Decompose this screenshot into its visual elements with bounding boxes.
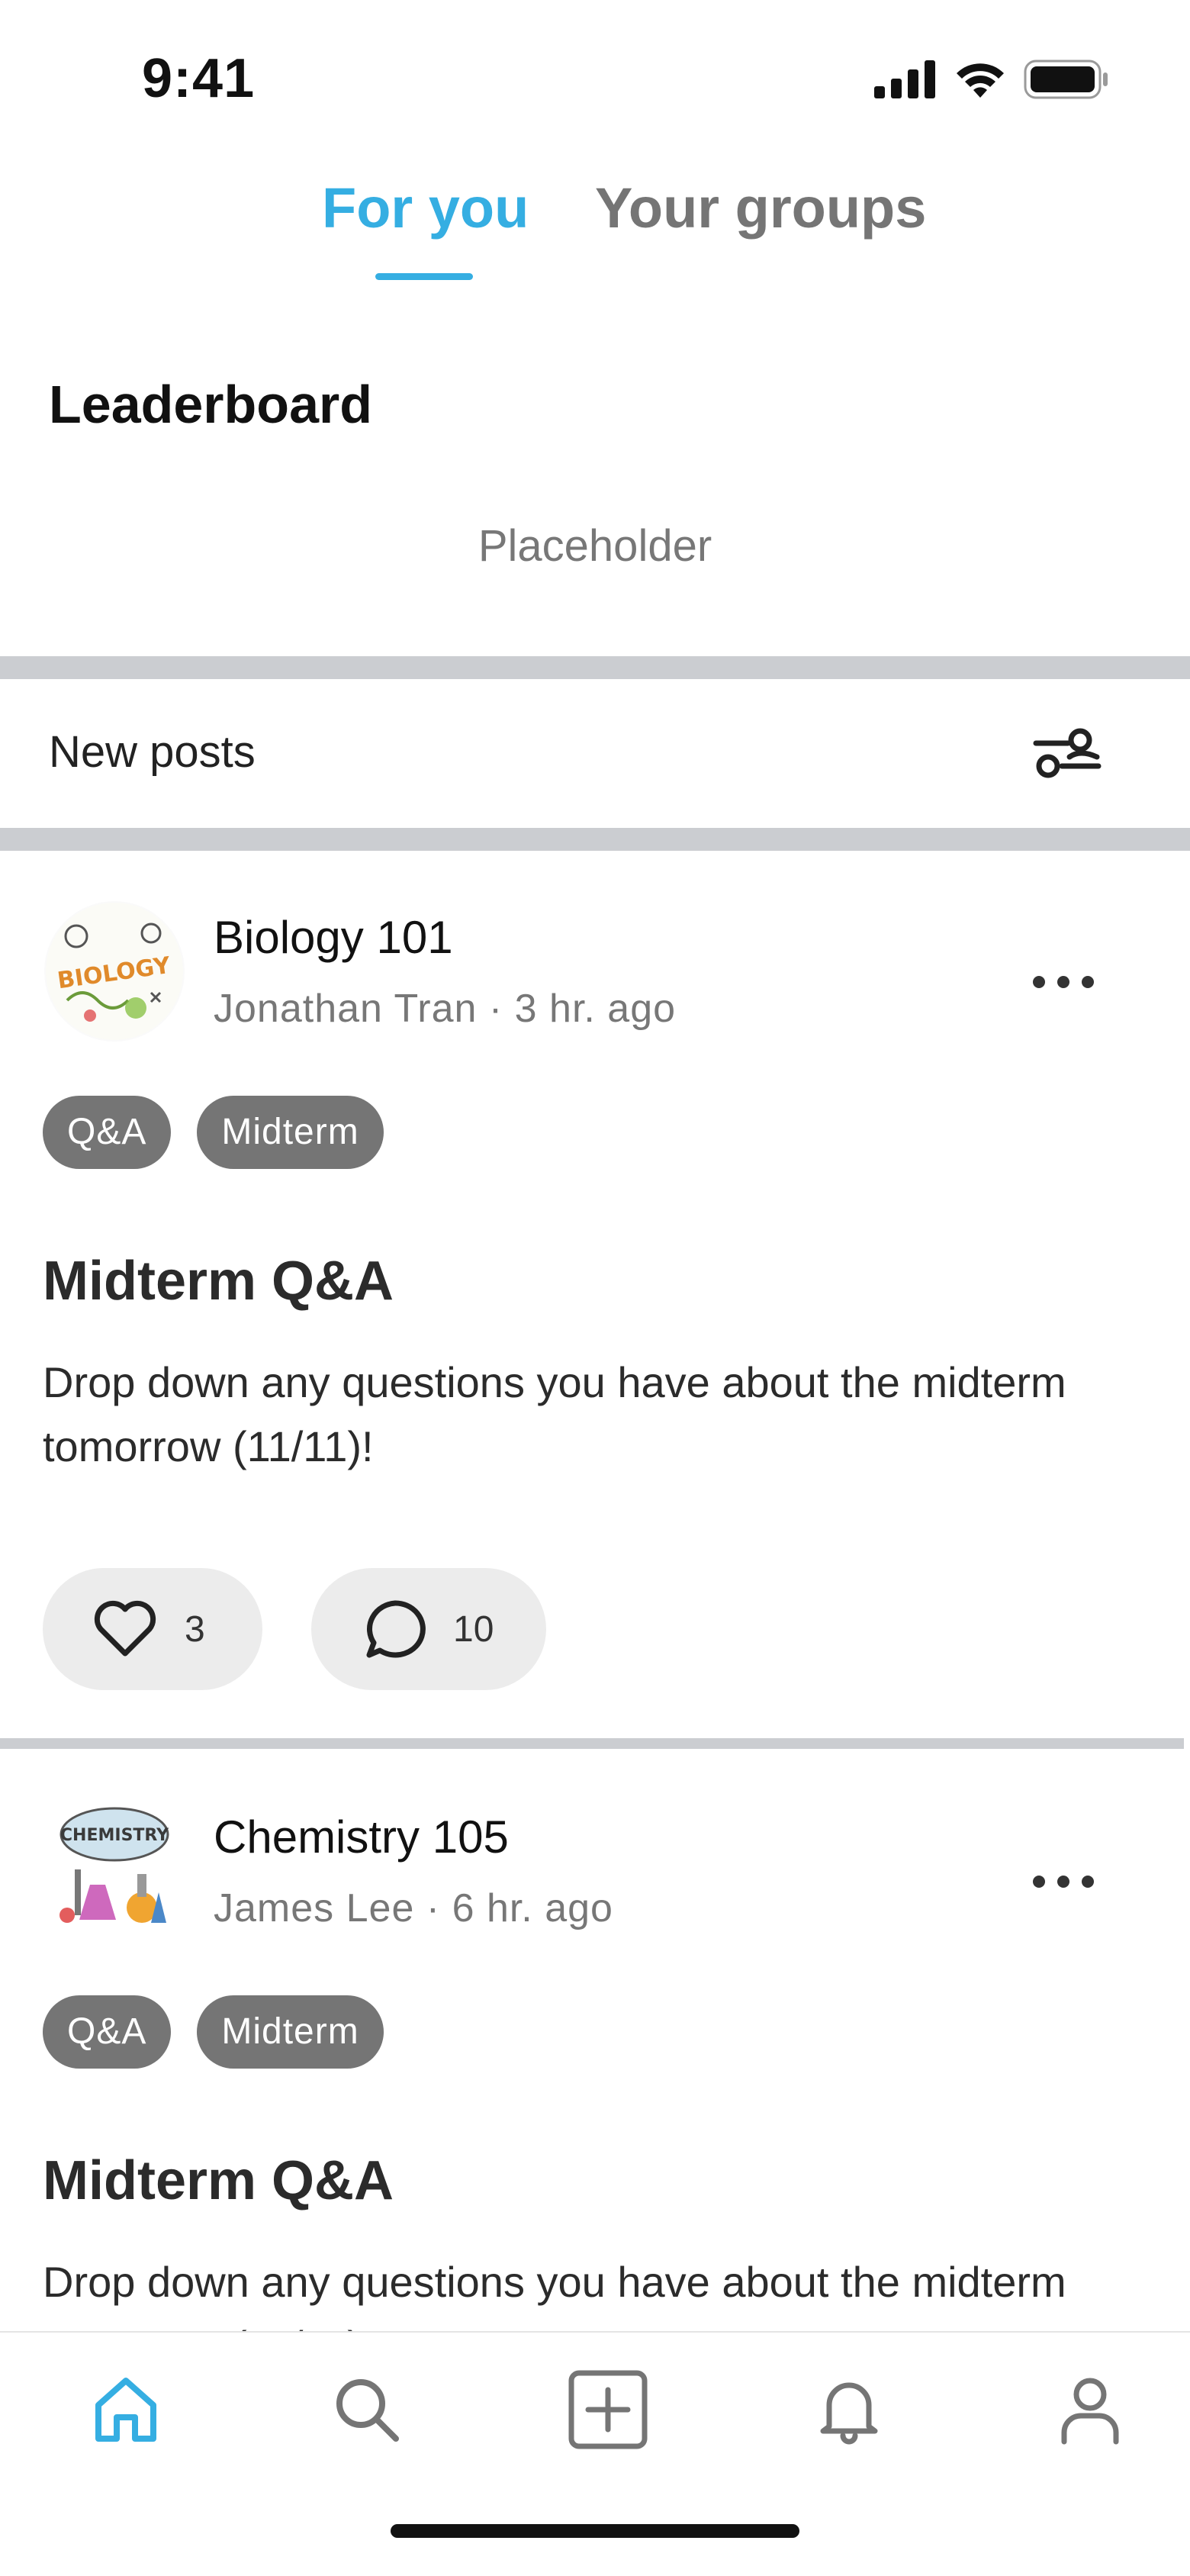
- post-meta: James Lee · 6 hr. ago: [214, 1886, 613, 1930]
- battery-icon: [1024, 60, 1108, 99]
- more-options-button[interactable]: [1033, 1866, 1094, 1897]
- tag-midterm[interactable]: Midterm: [197, 1995, 384, 2069]
- new-posts-header: New posts: [0, 679, 1190, 828]
- filter-button[interactable]: [1033, 726, 1102, 780]
- post-body: Drop down any questions you have about t…: [43, 1358, 1066, 1470]
- dot-icon: [1057, 1876, 1069, 1888]
- signal-icon: [874, 60, 935, 98]
- nav-notifications[interactable]: [807, 2368, 891, 2452]
- group-avatar[interactable]: BIOLOGY: [44, 901, 185, 1042]
- post-group-name[interactable]: Chemistry 105: [214, 1811, 509, 1863]
- feed-tabs: For you Your groups: [0, 175, 1190, 282]
- active-tab-indicator: [375, 273, 473, 280]
- like-count: 3: [185, 1608, 205, 1650]
- post-card[interactable]: CHEMISTRY Chemistry 105 James Lee · 6 hr…: [0, 1750, 1190, 2370]
- nav-create-post[interactable]: [566, 2368, 650, 2452]
- post-title: Midterm Q&A: [43, 2150, 394, 2211]
- home-indicator: [391, 2524, 799, 2538]
- comment-icon: [366, 1600, 426, 1658]
- section-divider: [0, 828, 1190, 851]
- dot-icon: [1057, 976, 1069, 988]
- nav-search[interactable]: [325, 2368, 409, 2452]
- tag-qa[interactable]: Q&A: [43, 1995, 172, 2069]
- comment-button[interactable]: 10: [311, 1568, 546, 1690]
- post-meta: Jonathan Tran · 3 hr. ago: [214, 987, 677, 1031]
- leaderboard-title: Leaderboard: [49, 375, 372, 434]
- chemistry-doodle-image: CHEMISTRY: [60, 1807, 169, 1923]
- tag-midterm[interactable]: Midterm: [197, 1096, 384, 1169]
- wifi-icon: [957, 63, 1004, 98]
- heart-icon: [94, 1600, 156, 1657]
- tab-your-groups[interactable]: Your groups: [595, 175, 926, 240]
- dot-icon: [1033, 976, 1045, 988]
- section-divider: [0, 656, 1190, 679]
- post-tags: Q&A Midterm: [43, 1995, 384, 2069]
- post-card[interactable]: BIOLOGY Biology 101 Jonathan Tran · 3 hr…: [0, 851, 1190, 1736]
- nav-home[interactable]: [84, 2368, 168, 2452]
- post-divider: [0, 1738, 1184, 1749]
- biology-doodle-image: BIOLOGY: [46, 903, 183, 1040]
- home-icon: [95, 2378, 156, 2442]
- dot-icon: [1082, 1876, 1094, 1888]
- new-posts-label: New posts: [49, 727, 256, 777]
- avatar-label: CHEMISTRY: [60, 1826, 169, 1845]
- search-icon: [336, 2379, 399, 2442]
- dot-icon: [1082, 976, 1094, 988]
- like-button[interactable]: 3: [43, 1568, 262, 1690]
- nav-profile[interactable]: [1048, 2368, 1132, 2452]
- status-bar: 9:41: [0, 0, 1190, 153]
- status-time: 9:41: [142, 48, 256, 109]
- tab-for-you[interactable]: For you: [322, 175, 529, 240]
- post-tags: Q&A Midterm: [43, 1096, 384, 1169]
- group-avatar[interactable]: CHEMISTRY: [44, 1801, 185, 1941]
- tag-qa[interactable]: Q&A: [43, 1096, 172, 1169]
- status-icons: [874, 60, 1109, 99]
- add-post-icon: [568, 2370, 648, 2449]
- profile-icon: [1061, 2378, 1119, 2445]
- bottom-nav: [0, 2331, 1190, 2576]
- more-options-button[interactable]: [1033, 967, 1094, 997]
- bell-icon: [820, 2382, 878, 2445]
- comment-count: 10: [453, 1608, 494, 1650]
- post-group-name[interactable]: Biology 101: [214, 911, 453, 964]
- leaderboard-placeholder: Placeholder: [478, 521, 712, 571]
- post-title: Midterm Q&A: [43, 1251, 394, 1312]
- filter-icon: [1033, 728, 1102, 778]
- dot-icon: [1033, 1876, 1045, 1888]
